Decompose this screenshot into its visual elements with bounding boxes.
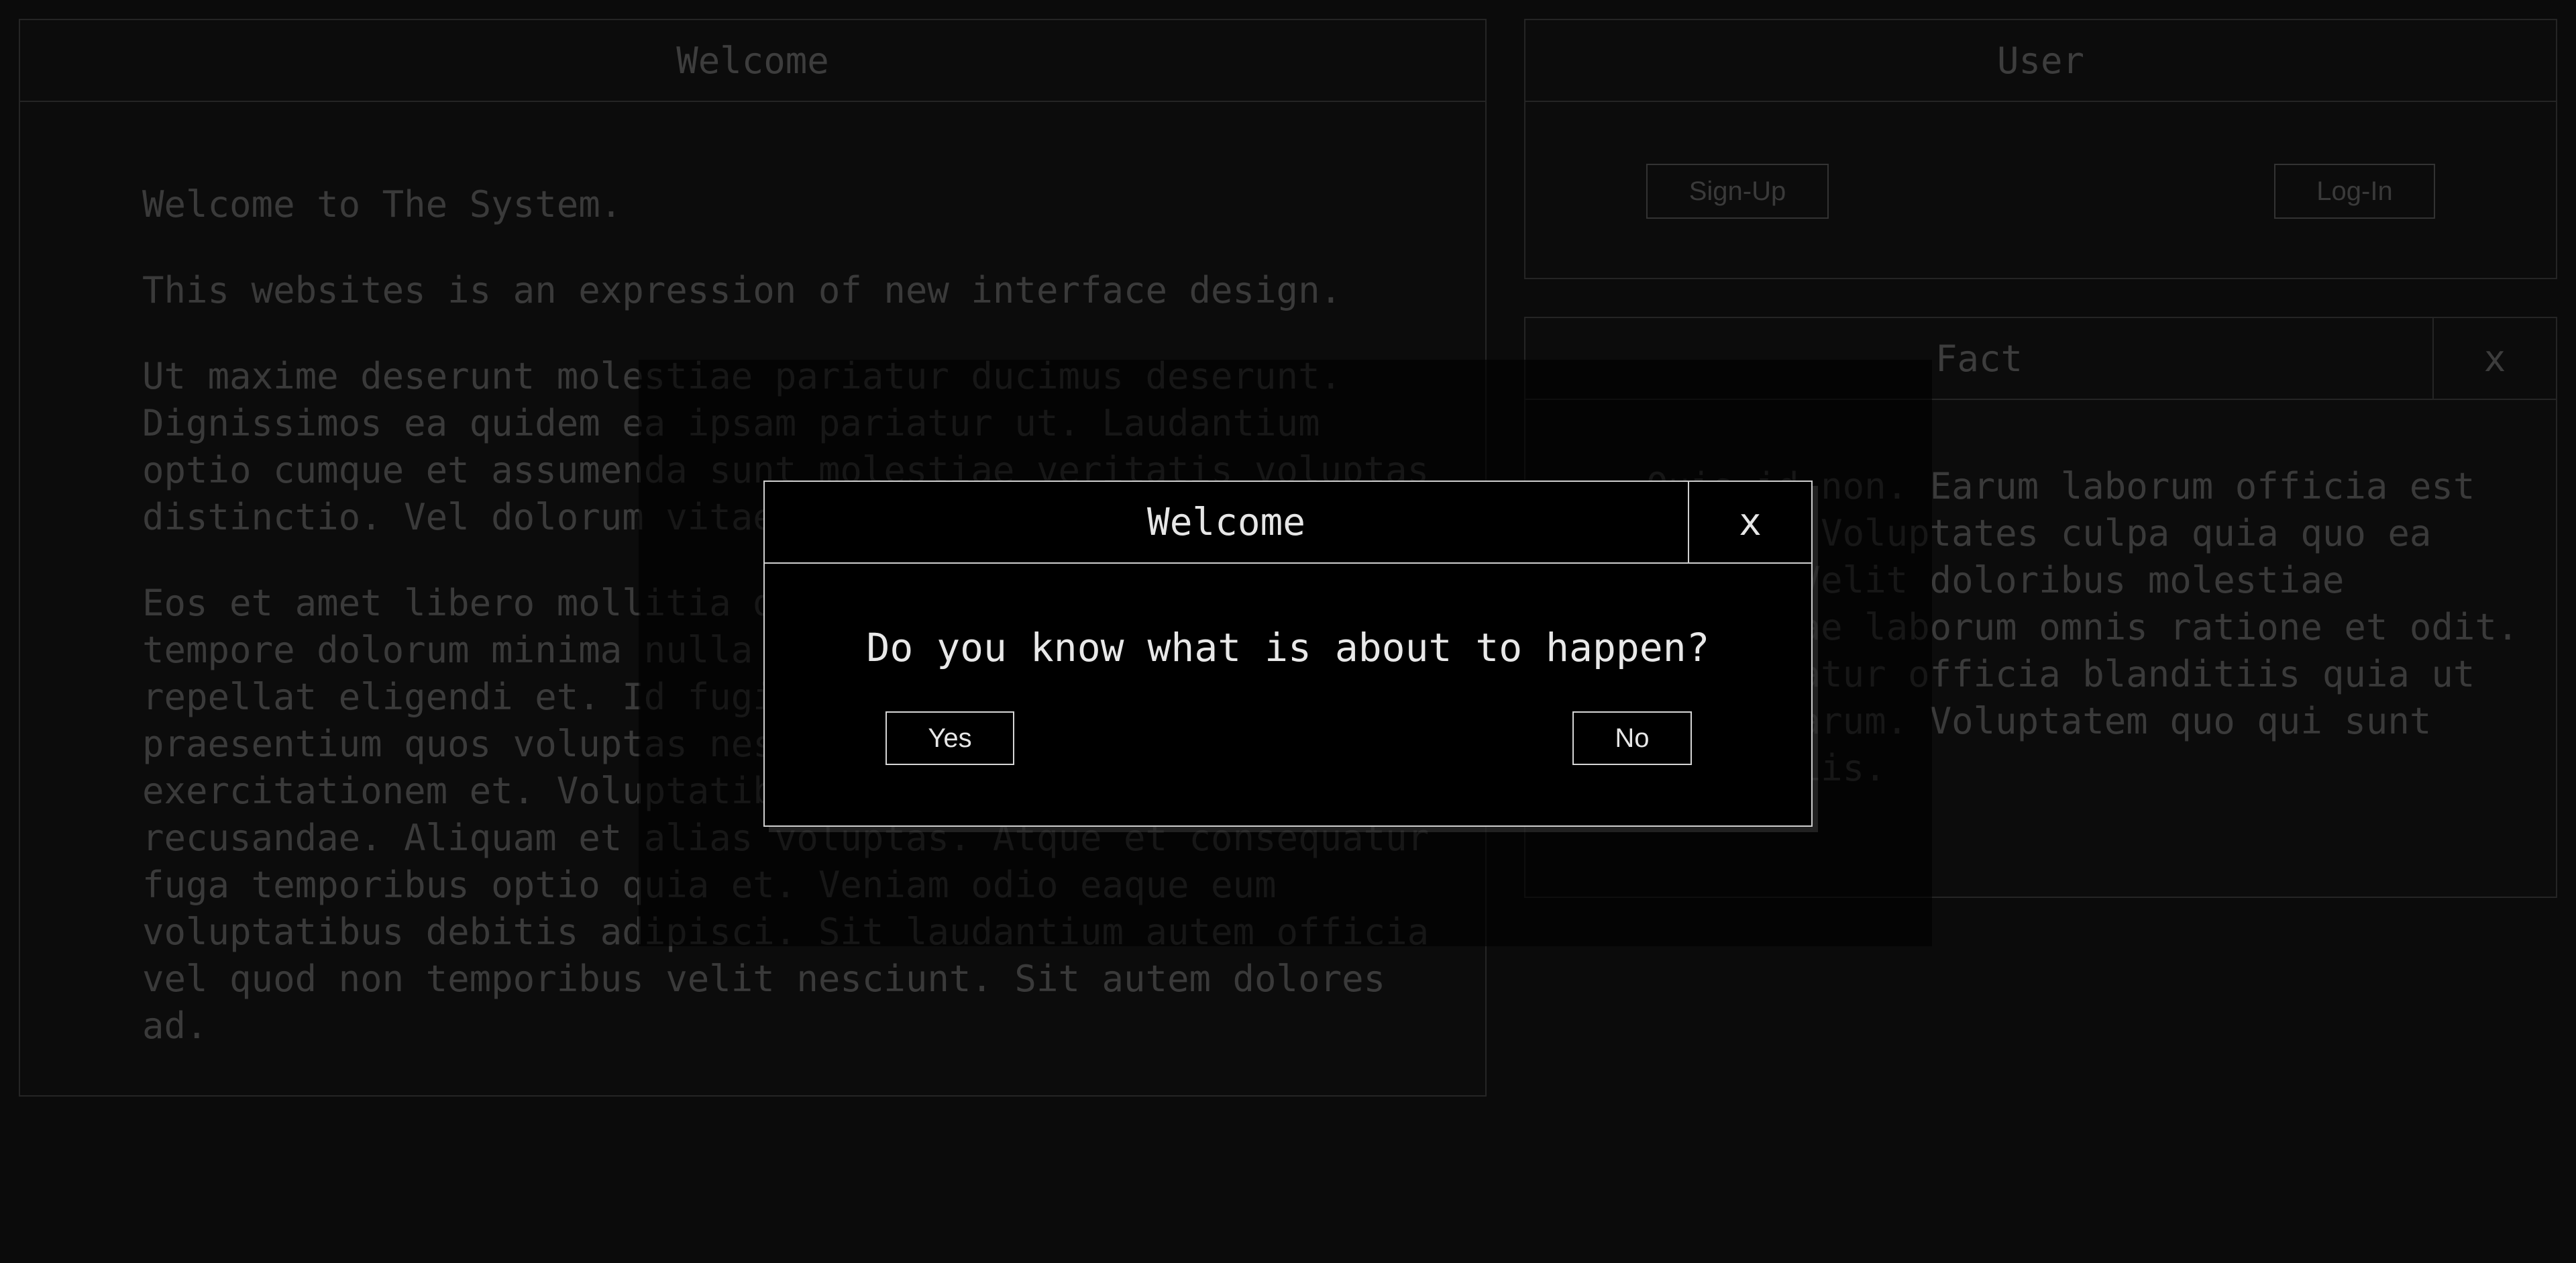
fact-close-button[interactable]: x [2434, 318, 2556, 400]
log-in-button[interactable]: Log-In [2274, 164, 2435, 219]
dialog-question: Do you know what is about to happen? [866, 625, 1710, 670]
welcome-dialog: Welcome x Do you know what is about to h… [763, 481, 1813, 827]
dialog-title: Welcome [765, 482, 1689, 564]
no-button[interactable]: No [1572, 711, 1692, 765]
welcome-paragraph: This websites is an expression of new in… [142, 269, 1342, 311]
yes-button[interactable]: Yes [885, 711, 1014, 765]
welcome-paragraph: Welcome to The System. [142, 183, 623, 225]
welcome-panel-title: Welcome [20, 20, 1485, 102]
user-panel: User Sign-Up Log-In [1524, 19, 2557, 279]
sign-up-button[interactable]: Sign-Up [1646, 164, 1829, 219]
dialog-close-button[interactable]: x [1689, 482, 1811, 564]
user-panel-title: User [1525, 20, 2556, 102]
